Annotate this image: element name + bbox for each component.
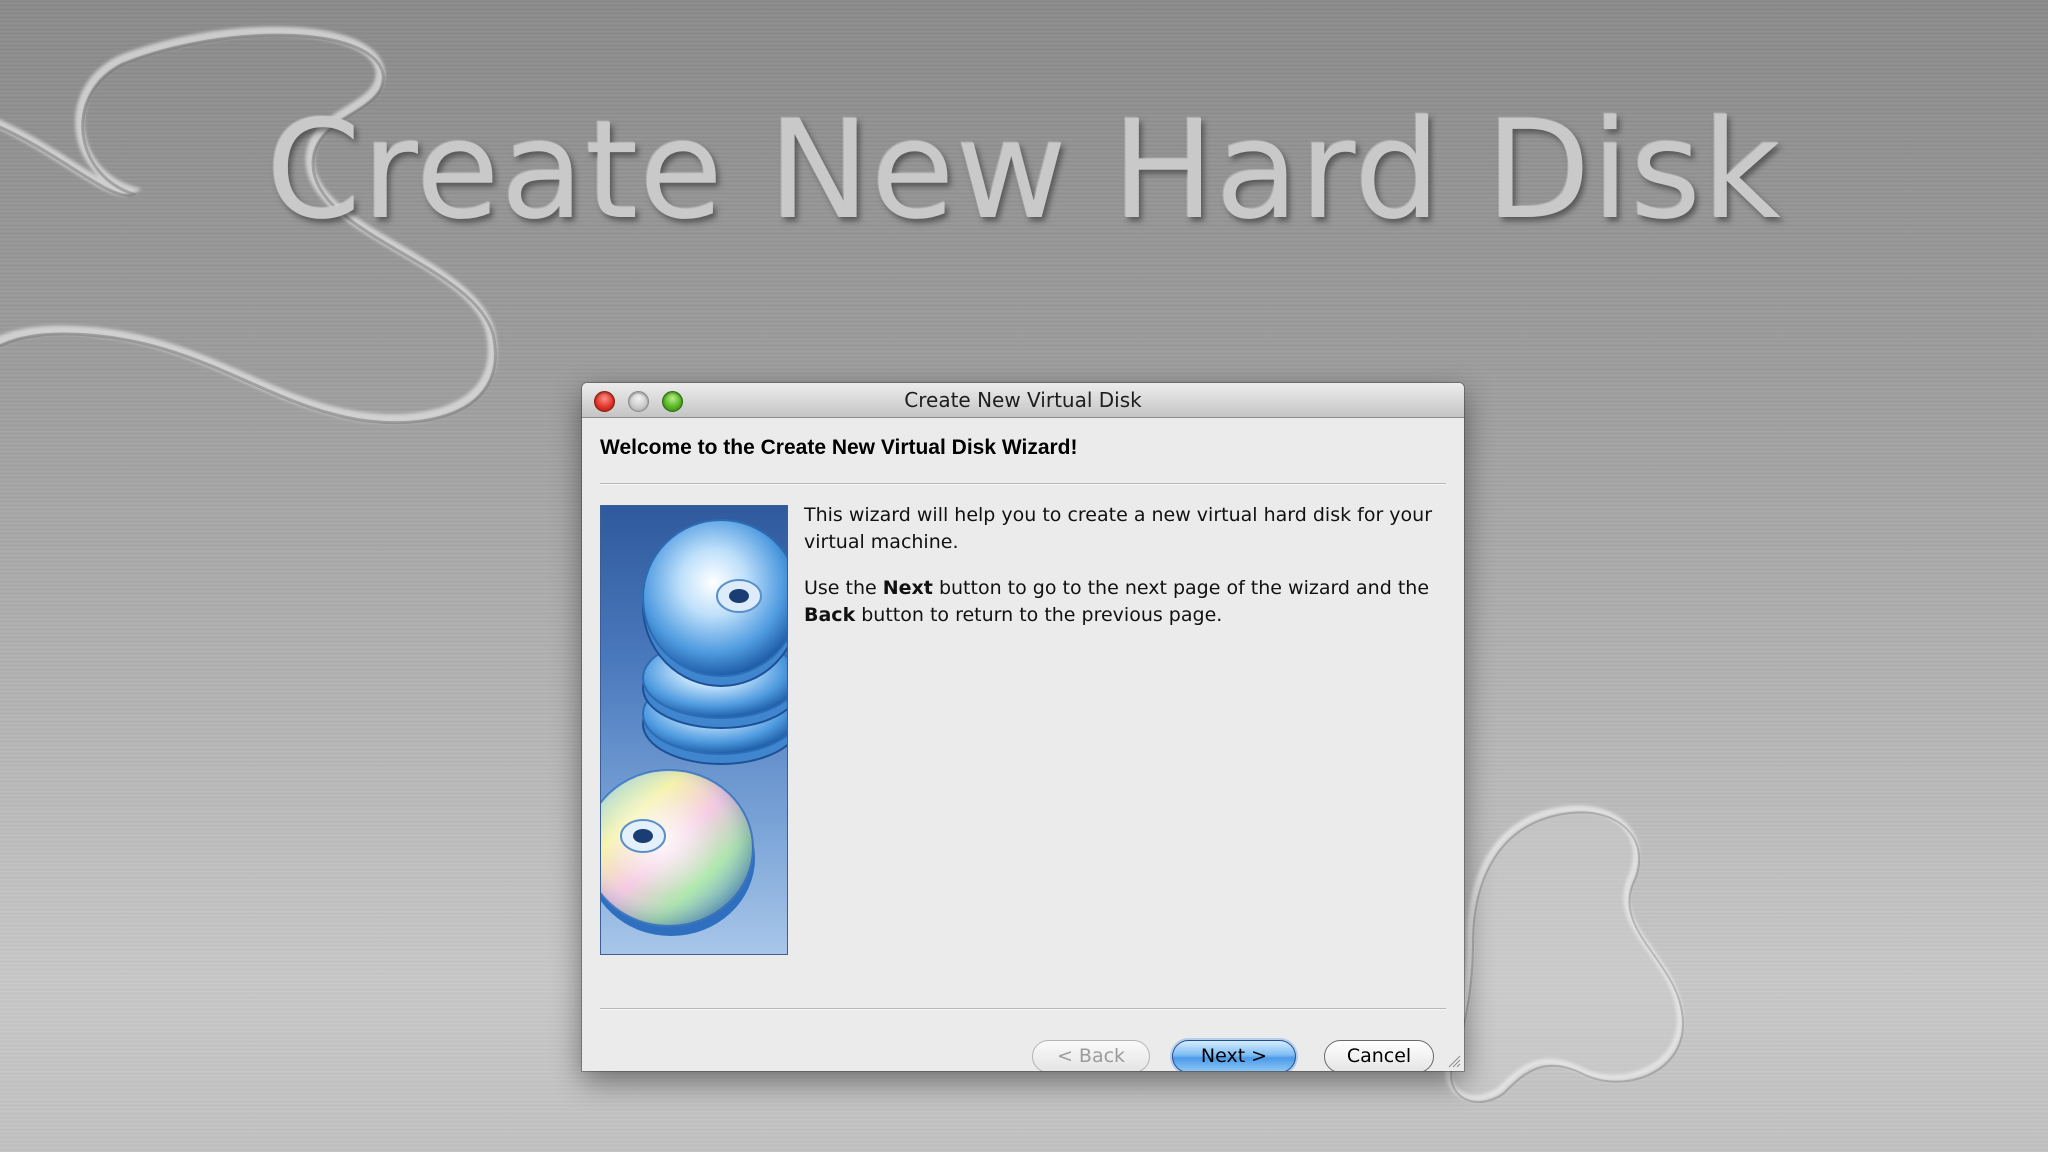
slide-title: Create New Hard Disk (266, 92, 1782, 250)
instructions-text: button to return to the previous page. (855, 604, 1223, 626)
intro-paragraph: This wizard will help you to create a ne… (804, 504, 1433, 553)
disk-stack-icon (600, 505, 788, 955)
window-titlebar[interactable]: Create New Virtual Disk (582, 383, 1464, 418)
wizard-description: This wizard will help you to create a ne… (804, 502, 1444, 648)
bottom-divider (600, 1008, 1446, 1010)
cancel-button[interactable]: Cancel (1324, 1040, 1434, 1071)
wizard-heading: Welcome to the Create New Virtual Disk W… (600, 436, 1078, 459)
instructions-text: button to go to the next page of the wiz… (932, 577, 1430, 599)
instructions-text: Use the (804, 577, 883, 599)
back-button[interactable]: < Back (1032, 1040, 1150, 1071)
back-keyword: Back (804, 604, 856, 626)
next-button[interactable]: Next > (1172, 1040, 1296, 1071)
next-keyword: Next (882, 577, 933, 599)
top-divider (600, 483, 1446, 485)
wizard-window: Create New Virtual Disk Welcome to the C… (582, 383, 1464, 1071)
window-title: Create New Virtual Disk (904, 388, 1142, 412)
instructions-paragraph: Use the Next button to go to the next pa… (804, 575, 1444, 629)
wizard-content: Welcome to the Create New Virtual Disk W… (582, 418, 1464, 1071)
resize-grip-icon[interactable] (1447, 1054, 1461, 1068)
